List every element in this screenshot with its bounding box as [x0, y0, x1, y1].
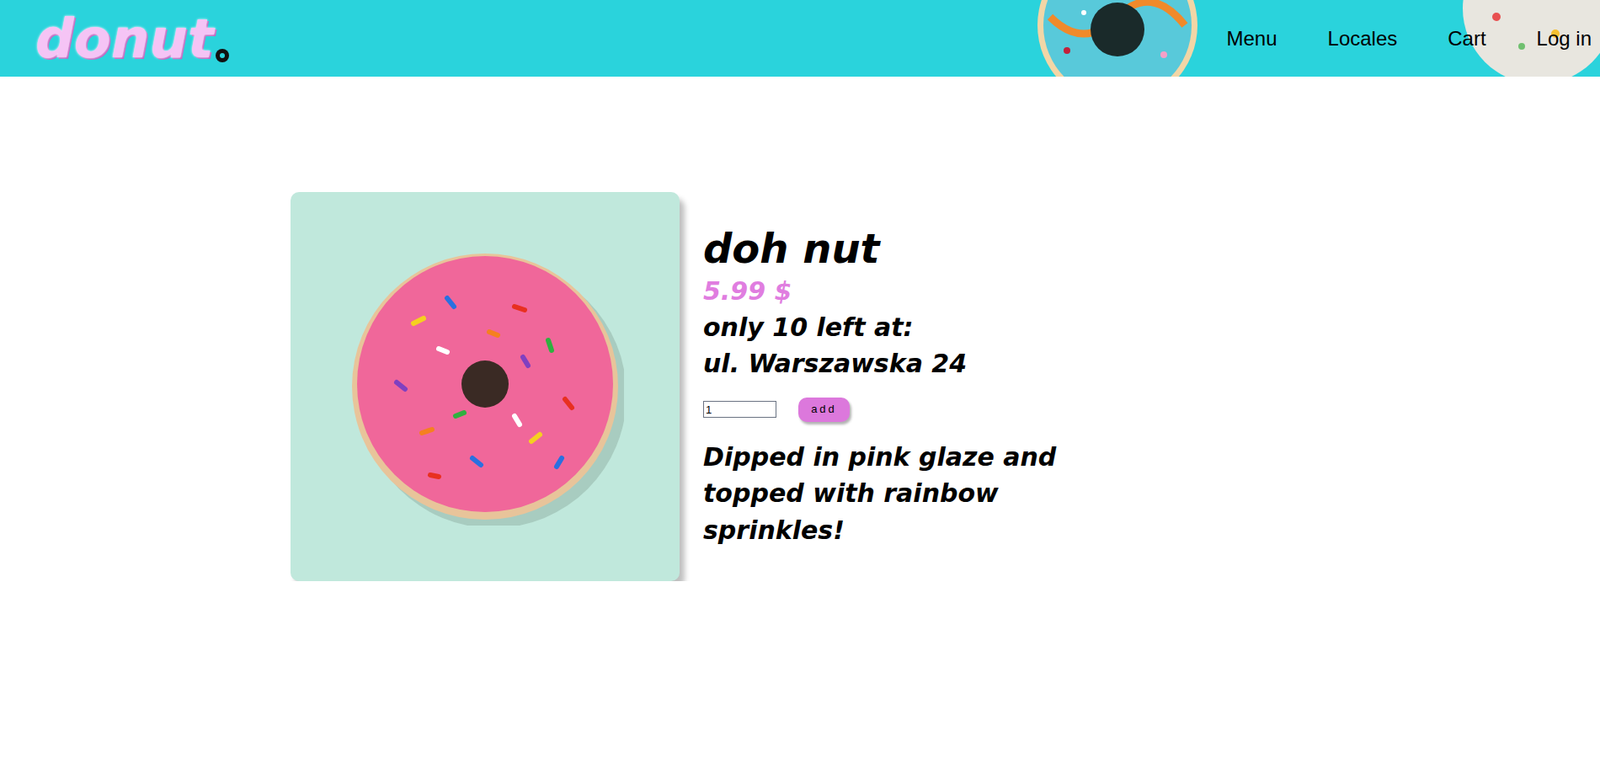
product-section: doh nut 5.99 $ only 10 left at: ul. Wars…	[0, 76, 1600, 582]
nav-link[interactable]: Cart	[1447, 23, 1486, 54]
product-name: doh nut	[703, 224, 1142, 274]
product-info: doh nut 5.99 $ only 10 left at: ul. Wars…	[703, 224, 1142, 549]
donut-icon	[346, 247, 624, 526]
product-image	[290, 192, 680, 582]
logo[interactable]: donut	[35, 11, 231, 66]
product-address: ul. Warszawska 24	[703, 345, 1142, 383]
donut-icon	[213, 47, 231, 64]
nav: Menu Locales Cart Log in	[1226, 23, 1592, 54]
product-stock: only 10 left at:	[703, 309, 1142, 347]
nav-link[interactable]: Log in	[1536, 23, 1592, 54]
quantity-input[interactable]	[703, 400, 777, 418]
header: donut Menu Locales Cart Log in	[0, 0, 1600, 77]
nav-link[interactable]: Locales	[1328, 23, 1398, 54]
add-button[interactable]: add	[798, 397, 850, 422]
nav-link[interactable]: Menu	[1226, 23, 1277, 54]
product-price: 5.99 $	[703, 273, 1142, 310]
product-description: Dipped in pink glaze and topped with rai…	[703, 438, 1142, 550]
add-row: add	[703, 397, 1142, 422]
